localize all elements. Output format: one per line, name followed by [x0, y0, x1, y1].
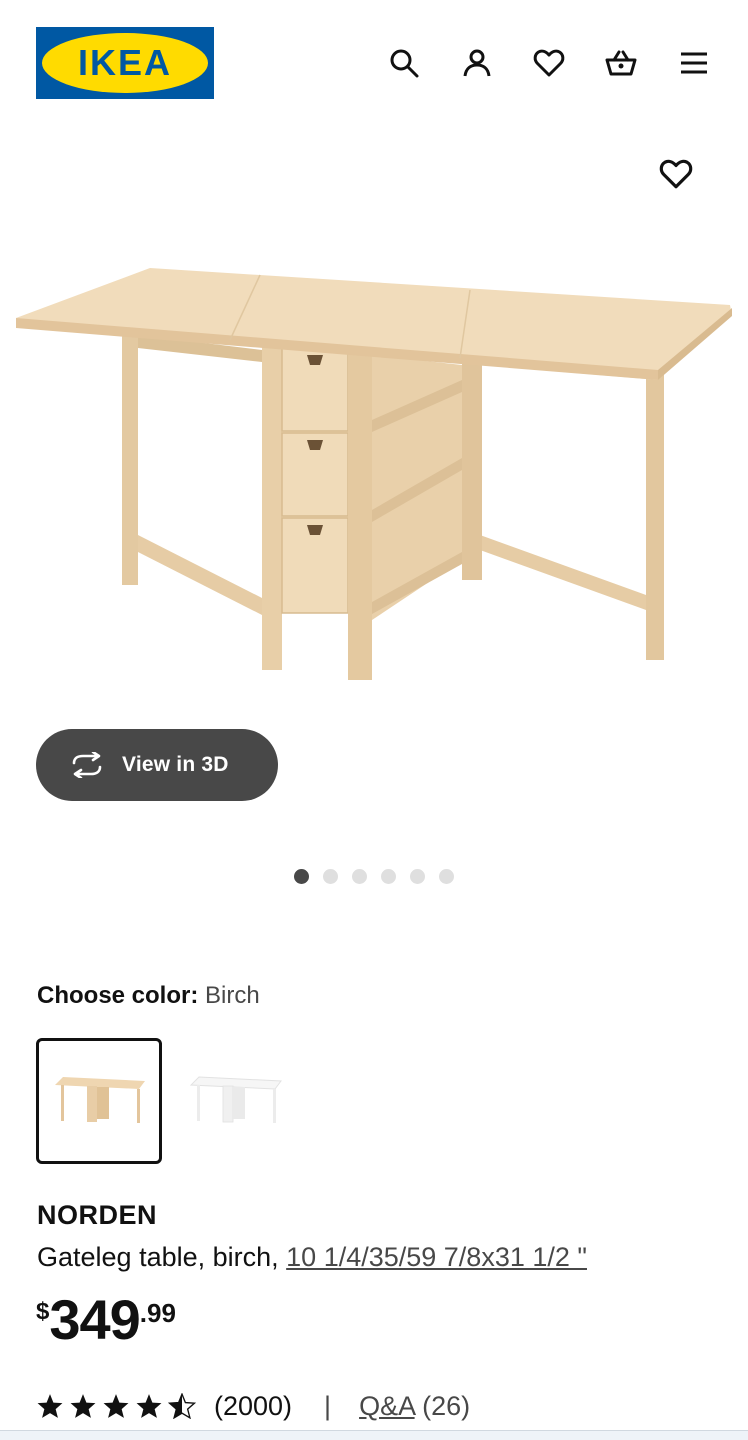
ikea-logo[interactable]: IKEA — [36, 27, 214, 99]
star-icon — [70, 1394, 96, 1418]
white-table-thumbnail — [189, 1076, 282, 1123]
qa-count: (26) — [422, 1390, 471, 1421]
selected-color-value: Birch — [205, 982, 260, 1009]
star-rating[interactable] — [36, 1393, 196, 1419]
product-description-text: Gateleg table, birch, — [37, 1242, 287, 1272]
bottom-bar — [0, 1430, 748, 1440]
product-image[interactable] — [0, 230, 748, 730]
view-in-3d-label: View in 3D — [122, 753, 229, 776]
add-to-favorites-button[interactable] — [654, 152, 698, 196]
star-icon — [136, 1394, 162, 1418]
color-picker-heading: Choose color: Birch — [37, 982, 260, 1010]
carousel-dot[interactable] — [323, 869, 338, 884]
logo-text: IKEA — [78, 42, 172, 83]
view-in-3d-button[interactable]: View in 3D — [36, 729, 278, 801]
carousel-dot[interactable] — [439, 869, 454, 884]
cart-icon[interactable] — [602, 44, 640, 82]
header: IKEA — [0, 0, 748, 120]
carousel-dot[interactable] — [410, 869, 425, 884]
menu-icon[interactable] — [675, 44, 713, 82]
half-star-icon — [168, 1393, 196, 1419]
qa-link[interactable]: Q&A (26) — [359, 1391, 470, 1422]
rotate-icon — [72, 752, 102, 778]
color-swatch-birch[interactable] — [36, 1038, 162, 1164]
carousel-dots — [294, 869, 454, 885]
product-description: Gateleg table, birch, 10 1/4/35/59 7/8x3… — [37, 1242, 587, 1273]
price-currency: $ — [36, 1298, 50, 1325]
qa-label: Q&A — [359, 1390, 415, 1421]
carousel-dot[interactable] — [381, 869, 396, 884]
search-icon[interactable] — [385, 44, 423, 82]
color-label: Choose color: — [37, 982, 199, 1009]
carousel-dot[interactable] — [294, 869, 309, 884]
review-count[interactable]: (2000) — [214, 1391, 292, 1422]
star-icon — [103, 1394, 129, 1418]
heart-icon — [659, 159, 693, 189]
rating-row: (2000) | Q&A (26) — [36, 1387, 470, 1425]
product-dimensions-link[interactable]: 10 1/4/35/59 7/8x31 1/2 " — [286, 1242, 587, 1272]
carousel-dot[interactable] — [352, 869, 367, 884]
price-integer: 349 — [49, 1288, 140, 1351]
product-name: NORDEN — [37, 1200, 158, 1230]
star-icon — [37, 1394, 63, 1418]
price-decimal: .99 — [139, 1298, 176, 1328]
heart-icon[interactable] — [530, 44, 568, 82]
color-swatch-white[interactable] — [172, 1038, 298, 1164]
separator: | — [324, 1390, 332, 1421]
birch-table-thumbnail — [55, 1077, 145, 1123]
profile-icon[interactable] — [458, 44, 496, 82]
product-price: $ 349 .99 — [36, 1292, 176, 1348]
